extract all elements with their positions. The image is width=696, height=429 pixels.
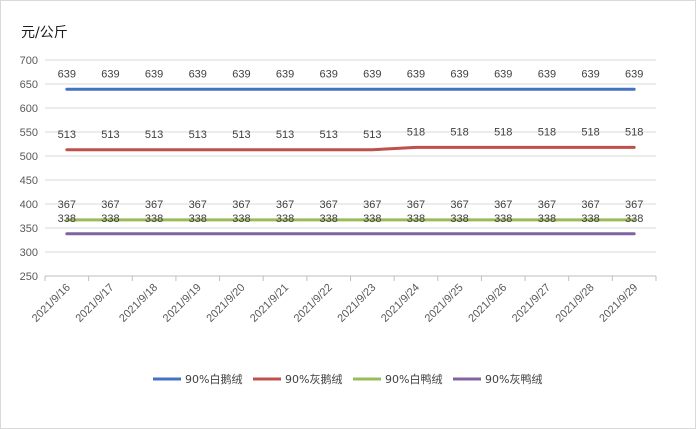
data-label: 367 xyxy=(450,199,468,211)
data-label: 639 xyxy=(450,68,468,80)
data-label: 338 xyxy=(494,213,512,225)
legend-label: 90%灰鸭绒 xyxy=(485,372,542,386)
data-label: 367 xyxy=(319,199,337,211)
y-tick-label: 600 xyxy=(20,103,38,115)
y-tick-label: 300 xyxy=(20,247,38,259)
data-label: 367 xyxy=(407,199,425,211)
data-label: 518 xyxy=(625,126,643,138)
legend-label: 90%灰鹅绒 xyxy=(285,372,342,386)
data-label: 513 xyxy=(363,129,381,141)
x-tick-label: 2021/9/18 xyxy=(117,282,160,325)
data-label: 513 xyxy=(189,129,207,141)
data-label: 639 xyxy=(625,68,643,80)
data-label: 518 xyxy=(407,126,425,138)
data-label: 338 xyxy=(276,213,294,225)
x-tick-label: 2021/9/17 xyxy=(73,282,116,325)
y-tick-label: 650 xyxy=(20,79,38,91)
legend-item-4: 90%灰鸭绒 xyxy=(453,372,542,386)
data-label: 367 xyxy=(625,199,643,211)
y-tick-label: 500 xyxy=(20,151,38,163)
y-tick-label: 700 xyxy=(20,55,38,67)
legend-label: 90%白鸭绒 xyxy=(385,372,442,386)
data-label: 513 xyxy=(232,129,250,141)
x-tick-label: 2021/9/25 xyxy=(423,282,466,325)
y-tick-label: 250 xyxy=(20,271,38,283)
data-label: 513 xyxy=(319,129,337,141)
data-label: 639 xyxy=(276,68,294,80)
data-label: 513 xyxy=(58,129,76,141)
x-tick-labels: 2021/9/16 2021/9/17 2021/9/18 2021/9/19 2021… xyxy=(30,282,640,325)
data-label: 367 xyxy=(494,199,512,211)
data-label: 513 xyxy=(101,129,119,141)
data-label: 518 xyxy=(581,126,599,138)
data-label: 367 xyxy=(538,199,556,211)
data-label: 639 xyxy=(363,68,381,80)
data-label: 338 xyxy=(189,213,207,225)
data-label: 338 xyxy=(581,213,599,225)
x-tick-label: 2021/9/29 xyxy=(597,282,640,325)
y-tick-labels: 250 300 350 400 450 500 550 600 650 700 xyxy=(20,55,38,283)
line-chart: 250 300 350 400 450 500 550 600 650 700 2021/9/16… xyxy=(20,55,657,386)
x-tick-label: 2021/9/22 xyxy=(292,282,335,325)
data-label: 518 xyxy=(450,126,468,138)
data-label: 639 xyxy=(101,68,119,80)
data-label: 639 xyxy=(581,68,599,80)
data-label: 367 xyxy=(58,199,76,211)
data-label: 367 xyxy=(363,199,381,211)
data-label: 518 xyxy=(494,126,512,138)
data-label: 338 xyxy=(363,213,381,225)
x-tick-label: 2021/9/21 xyxy=(248,282,291,325)
x-tick-label: 2021/9/28 xyxy=(554,282,597,325)
data-label: 639 xyxy=(319,68,337,80)
data-label: 338 xyxy=(625,213,643,225)
legend-item-2: 90%灰鹅绒 xyxy=(253,372,342,386)
legend-item-1: 90%白鹅绒 xyxy=(153,372,242,386)
y-tick-label: 350 xyxy=(20,223,38,235)
data-label: 367 xyxy=(145,199,163,211)
data-label: 338 xyxy=(319,213,337,225)
data-label: 513 xyxy=(145,129,163,141)
x-tick-label: 2021/9/23 xyxy=(335,282,378,325)
legend: 90%白鹅绒 90%灰鹅绒 90%白鸭绒 90%灰鸭绒 xyxy=(153,372,542,386)
x-tick-label: 2021/9/26 xyxy=(466,282,509,325)
data-label: 367 xyxy=(101,199,119,211)
y-tick-label: 450 xyxy=(20,175,38,187)
data-label: 338 xyxy=(58,213,76,225)
data-label: 513 xyxy=(276,129,294,141)
x-tick-label: 2021/9/19 xyxy=(161,282,204,325)
data-label: 338 xyxy=(538,213,556,225)
data-label: 367 xyxy=(232,199,250,211)
data-label: 338 xyxy=(450,213,468,225)
data-label: 367 xyxy=(276,199,294,211)
series-line-2 xyxy=(65,145,636,152)
legend-label: 90%白鹅绒 xyxy=(185,372,242,386)
data-label: 639 xyxy=(538,68,556,80)
x-tick-label: 2021/9/27 xyxy=(510,282,553,325)
data-label: 639 xyxy=(407,68,425,80)
data-label: 338 xyxy=(145,213,163,225)
data-label: 639 xyxy=(58,68,76,80)
y-tick-label: 400 xyxy=(20,199,38,211)
chart-frame: 元/公斤 250 300 350 400 450 500 550 600 650 700 2021… xyxy=(0,0,696,429)
data-label: 518 xyxy=(538,126,556,138)
data-label: 367 xyxy=(189,199,207,211)
data-label: 639 xyxy=(494,68,512,80)
x-tick-label: 2021/9/16 xyxy=(30,282,73,325)
data-label: 367 xyxy=(581,199,599,211)
data-label: 338 xyxy=(407,213,425,225)
data-label: 639 xyxy=(232,68,250,80)
x-tick-label: 2021/9/24 xyxy=(379,282,422,325)
data-label: 338 xyxy=(232,213,250,225)
data-label: 639 xyxy=(189,68,207,80)
legend-item-3: 90%白鸭绒 xyxy=(353,372,442,386)
data-label: 639 xyxy=(145,68,163,80)
x-tick-label: 2021/9/20 xyxy=(204,282,247,325)
y-tick-label: 550 xyxy=(20,127,38,139)
data-label: 338 xyxy=(101,213,119,225)
gridlines xyxy=(44,59,657,281)
